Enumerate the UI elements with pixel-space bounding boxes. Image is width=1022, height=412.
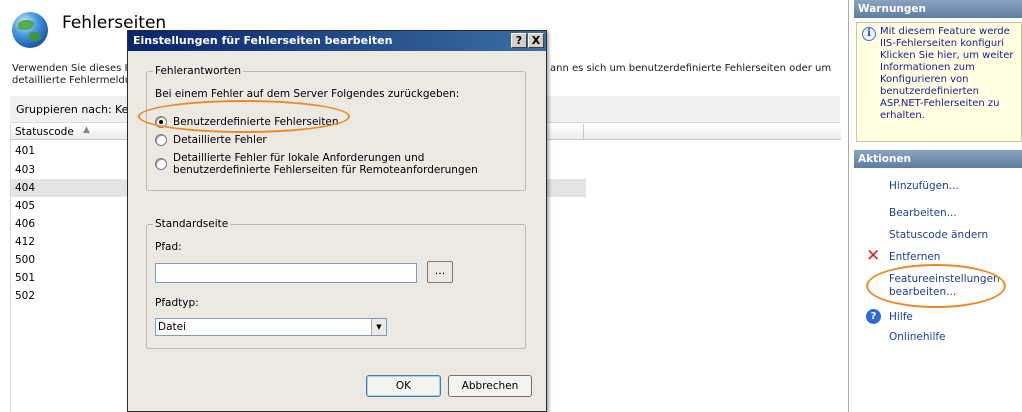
- group-by-label: Gruppieren nach:: [16, 103, 112, 116]
- action-edit[interactable]: Bearbeiten...: [889, 207, 957, 219]
- description-line-1-tail: ann es sich um benutzerdefinierte Fehler…: [550, 63, 832, 74]
- default-page-group: Standardseite Pfad: ... Pfadtyp: Datei ▼: [146, 218, 526, 349]
- edit-error-pages-dialog: Einstellungen für Fehlerseiten bearbeite…: [127, 30, 547, 412]
- globe-icon: [12, 12, 48, 48]
- dialog-title-bar[interactable]: Einstellungen für Fehlerseiten bearbeite…: [128, 31, 546, 51]
- column-statuscode[interactable]: Statuscode: [15, 126, 74, 138]
- default-page-legend: Standardseite: [153, 218, 231, 230]
- actions-header: Aktionen: [854, 150, 1022, 168]
- radio-detailed-errors[interactable]: [155, 134, 167, 146]
- action-remove[interactable]: Entfernen: [889, 251, 940, 263]
- action-feature-settings[interactable]: Featureeinstellungen: [889, 273, 1000, 285]
- error-responses-intro: Bei einem Fehler auf dem Server Folgende…: [155, 88, 460, 100]
- ok-button[interactable]: OK: [366, 375, 441, 397]
- dialog-title: Einstellungen für Fehlerseiten bearbeite…: [133, 34, 393, 47]
- radio-detailed-local-custom-remote[interactable]: [155, 158, 167, 170]
- radio-detailed-errors-label[interactable]: Detaillierte Fehler: [173, 134, 267, 146]
- error-responses-legend: Fehlerantworten: [153, 65, 244, 77]
- sort-ascending-icon: ▲: [83, 125, 90, 135]
- path-type-label: Pfadtyp:: [155, 297, 199, 309]
- info-icon: i: [862, 27, 876, 41]
- warning-text[interactable]: Mit diesem Feature werde IIS-Fehlerseite…: [880, 26, 1022, 122]
- action-online-help[interactable]: Onlinehilfe: [889, 331, 946, 343]
- warning-box[interactable]: i Mit diesem Feature werde IIS-Fehlersei…: [856, 22, 1022, 142]
- warnings-header: Warnungen: [854, 0, 1022, 18]
- dialog-help-button[interactable]: ?: [511, 33, 527, 48]
- action-change-statuscode[interactable]: Statuscode ändern: [889, 229, 988, 241]
- action-add[interactable]: Hinzufügen...: [889, 180, 959, 192]
- browse-button[interactable]: ...: [427, 261, 453, 283]
- path-type-value: Datei: [158, 321, 187, 333]
- help-icon[interactable]: ?: [866, 309, 881, 324]
- dialog-close-button[interactable]: X: [528, 33, 544, 48]
- chevron-down-icon[interactable]: ▼: [371, 319, 386, 335]
- radio-custom-error-pages[interactable]: [155, 116, 167, 128]
- column-separator[interactable]: [583, 124, 584, 140]
- action-help[interactable]: Hilfe: [889, 311, 913, 323]
- description-line-2: detaillierte Fehlermeldu: [12, 75, 132, 86]
- action-feature-settings-line2[interactable]: bearbeiten...: [889, 286, 956, 298]
- radio-detailed-local-label-line1[interactable]: Detaillierte Fehler für lokale Anforderu…: [173, 152, 424, 164]
- cancel-button[interactable]: Abbrechen: [448, 375, 532, 397]
- error-responses-group: Fehlerantworten Bei einem Fehler auf dem…: [146, 65, 526, 191]
- path-label: Pfad:: [155, 241, 182, 253]
- path-type-select[interactable]: Datei ▼: [155, 318, 387, 336]
- description-line-1: Verwenden Sie dieses I: [12, 63, 128, 74]
- radio-custom-error-pages-label[interactable]: Benutzerdefinierte Fehlerseiten: [173, 116, 339, 128]
- remove-icon[interactable]: ✕: [866, 248, 882, 265]
- radio-detailed-local-label-line2[interactable]: benutzerdefinierte Fehlerseiten für Remo…: [173, 164, 478, 176]
- path-input[interactable]: [155, 263, 417, 283]
